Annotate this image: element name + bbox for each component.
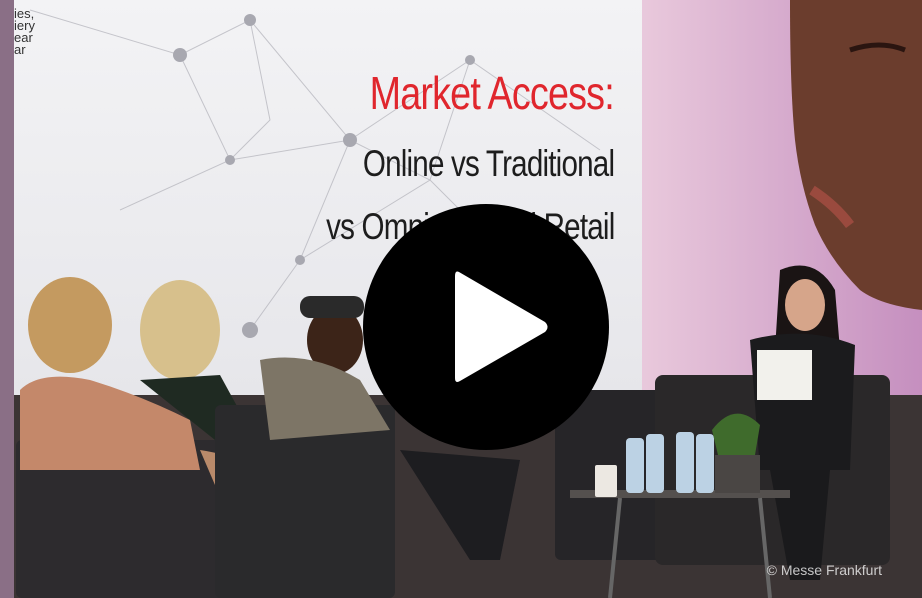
- play-button[interactable]: [363, 204, 609, 450]
- video-thumbnail[interactable]: Market Access: Online vs Traditional vs …: [0, 0, 922, 598]
- event-logo-fragment: ies, iery ear ar: [14, 6, 35, 57]
- slide-headline: Market Access:: [369, 67, 615, 119]
- play-icon: [363, 204, 609, 450]
- copyright-watermark: © Messe Frankfurt: [766, 562, 882, 578]
- slide-subtitle-line-1: Online vs Traditional: [362, 143, 615, 184]
- video-embed[interactable]: Market Access: Online vs Traditional vs …: [0, 0, 922, 598]
